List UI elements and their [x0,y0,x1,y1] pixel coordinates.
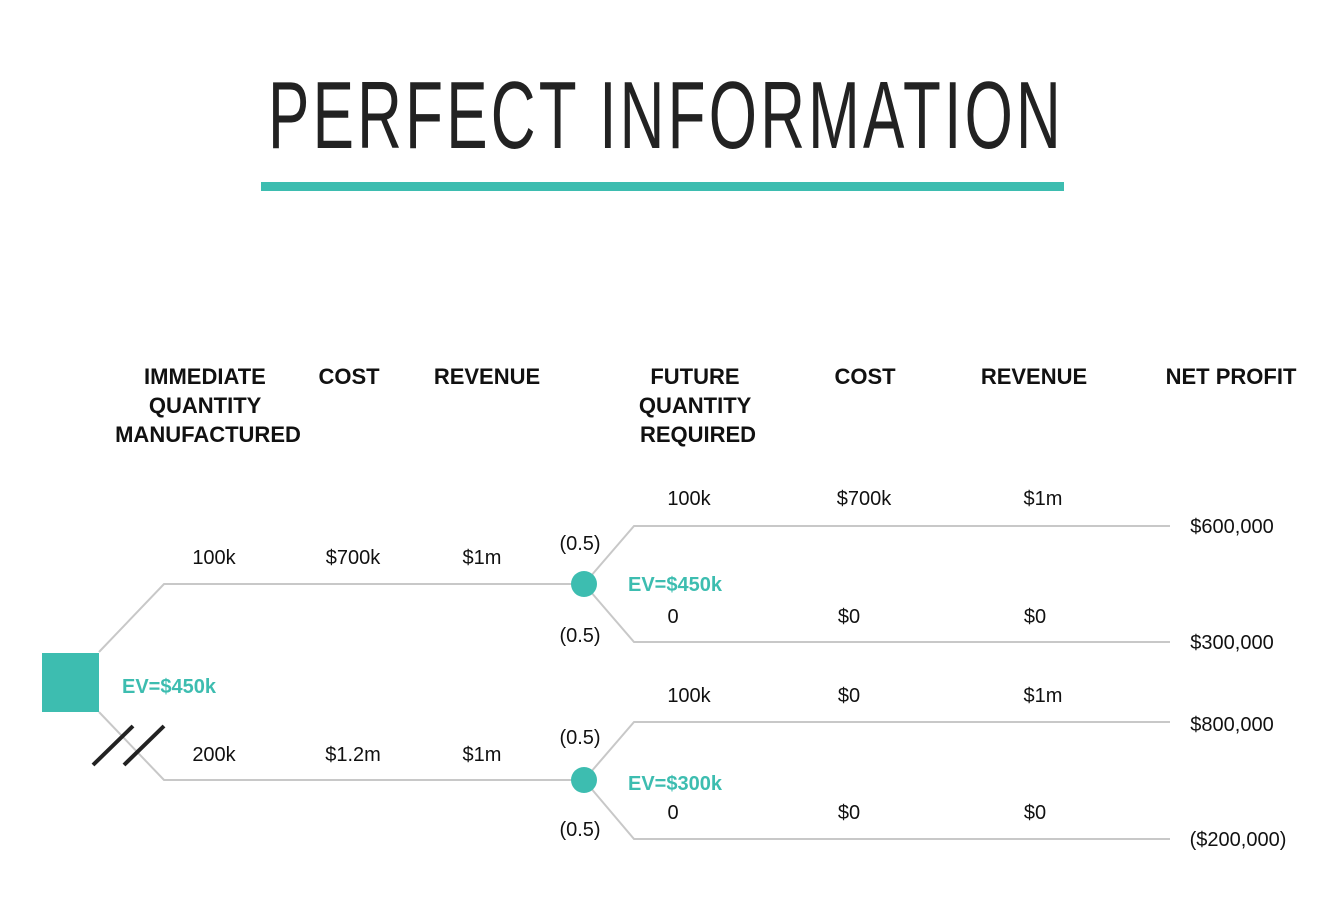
decision-quantity: 200k [192,744,236,766]
outcome-probability: (0.5) [559,533,600,555]
outcome-net-profit: $300,000 [1190,632,1273,654]
decision-cost: $1.2m [325,744,381,766]
outcome-revenue: $0 [1024,606,1046,628]
rejected-branch-marker [91,724,166,767]
outcome-quantity: 0 [667,802,678,824]
decision-node-square [42,653,99,712]
outcome-quantity: 100k [667,685,711,707]
outcome-net-profit: $600,000 [1190,516,1273,538]
decision-200k: 200k $1.2m $1m EV=$300k (0.5) 100k $0 $1… [192,685,1286,851]
page-title: PERFECT INFORMATION [268,62,1064,169]
decision-revenue: $1m [463,547,502,569]
decision-tree-canvas: PERFECT INFORMATION IMMEDIATE QUANTITY M… [42,62,1297,851]
root-ev-label: EV=$450k [122,676,217,698]
header-future-quantity: FUTURE QUANTITY REQUIRED [639,364,757,447]
outcome-cost: $0 [838,606,860,628]
chance-node-100k [571,571,597,597]
chance-ev-label: EV=$300k [628,773,723,795]
decision-cost: $700k [326,547,381,569]
outcome-revenue: $1m [1024,685,1063,707]
branch-line-100k [98,583,584,653]
outcome-revenue: $1m [1024,488,1063,510]
branch-line-200k-high [583,721,1170,781]
outcome-cost: $0 [838,802,860,824]
outcome-probability: (0.5) [559,727,600,749]
header-revenue-1: REVENUE [434,364,540,389]
outcome-quantity: 100k [667,488,711,510]
outcome-net-profit: ($200,000) [1190,829,1287,851]
outcome-quantity: 0 [667,606,678,628]
header-net-profit: NET PROFIT [1166,364,1297,389]
decision-quantity: 100k [192,547,236,569]
header-cost-1: COST [318,364,380,389]
decision-100k: 100k $700k $1m EV=$450k (0.5) 100k $700k… [192,488,1273,654]
header-immediate-quantity: IMMEDIATE QUANTITY MANUFACTURED [115,364,301,447]
outcome-revenue: $0 [1024,802,1046,824]
chance-node-200k [571,767,597,793]
outcome-cost: $700k [837,488,892,510]
outcome-cost: $0 [838,685,860,707]
title-underline [261,182,1064,191]
header-cost-2: COST [834,364,896,389]
column-headers: IMMEDIATE QUANTITY MANUFACTURED COST REV… [115,364,1297,447]
outcome-probability: (0.5) [559,819,600,841]
outcome-probability: (0.5) [559,625,600,647]
header-revenue-2: REVENUE [981,364,1087,389]
outcome-net-profit: $800,000 [1190,714,1273,736]
decision-revenue: $1m [463,744,502,766]
chance-ev-label: EV=$450k [628,574,723,596]
